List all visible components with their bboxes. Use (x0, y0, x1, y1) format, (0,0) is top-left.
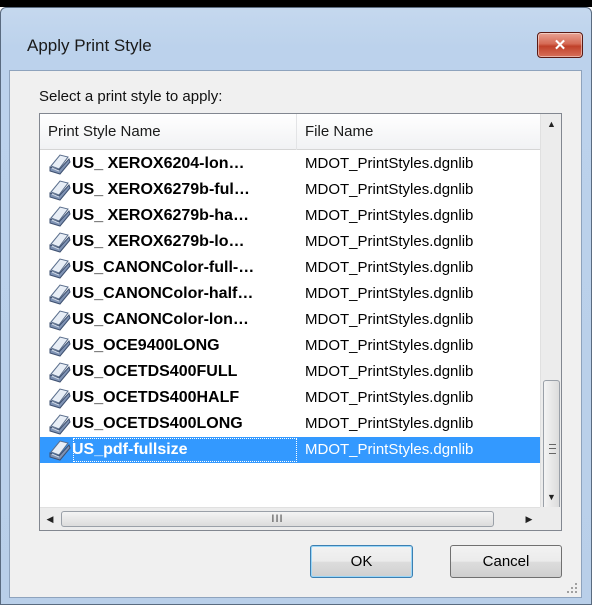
print-style-name: US_OCE9400LONG (72, 337, 220, 354)
file-name: MDOT_PrintStyles.dgnlib (305, 311, 474, 328)
list-item[interactable]: US_ XEROX6279b-lo… MDOT_PrintStyles.dgnl… (40, 229, 540, 255)
screen-top-edge (0, 0, 592, 7)
list-item[interactable]: US_OCETDS400LONG MDOT_PrintStyles.dgnlib (40, 411, 540, 437)
print-style-icon (49, 362, 71, 383)
scroll-down-arrow-icon[interactable]: ▼ (541, 487, 562, 507)
print-style-icon (49, 440, 71, 461)
print-style-icon (49, 336, 71, 357)
file-name: MDOT_PrintStyles.dgnlib (305, 233, 474, 250)
ok-button[interactable]: OK (310, 545, 413, 578)
list-rows: US_ XEROX6204-lon… MDOT_PrintStyles.dgnl… (40, 151, 540, 463)
print-style-name: US_ XEROX6279b-ha… (72, 207, 249, 224)
print-style-icon (49, 388, 71, 409)
list-item[interactable]: US_OCE9400LONG MDOT_PrintStyles.dgnlib (40, 333, 540, 359)
thumb-grip-icon (549, 444, 556, 454)
print-style-name: US_CANONColor-half… (72, 285, 254, 302)
vertical-scrollbar[interactable]: ▲ ▼ (540, 114, 562, 520)
list-item[interactable]: US_CANONColor-half… MDOT_PrintStyles.dgn… (40, 281, 540, 307)
dialog-body: Select a print style to apply: Print Sty… (9, 70, 582, 598)
print-style-name: US_OCETDS400HALF (72, 389, 240, 406)
title-bar[interactable]: Apply Print Style ✕ (1, 8, 591, 78)
list-item[interactable]: US_ XEROX6279b-ha… MDOT_PrintStyles.dgnl… (40, 203, 540, 229)
list-item[interactable]: US_CANONColor-lon… MDOT_PrintStyles.dgnl… (40, 307, 540, 333)
list-header: Print Style Name File Name (40, 114, 540, 150)
column-header-file-name[interactable]: File Name (297, 114, 540, 150)
file-name: MDOT_PrintStyles.dgnlib (305, 259, 474, 276)
cancel-button[interactable]: Cancel (450, 545, 562, 578)
file-name: MDOT_PrintStyles.dgnlib (305, 285, 474, 302)
scroll-right-arrow-icon[interactable]: ▶ (519, 508, 539, 531)
scroll-left-arrow-icon[interactable]: ◀ (40, 508, 60, 531)
list-item[interactable]: US_ XEROX6204-lon… MDOT_PrintStyles.dgnl… (40, 151, 540, 177)
file-name: MDOT_PrintStyles.dgnlib (305, 337, 474, 354)
file-name: MDOT_PrintStyles.dgnlib (305, 181, 474, 198)
file-name: MDOT_PrintStyles.dgnlib (305, 441, 474, 458)
instruction-label: Select a print style to apply: (39, 88, 223, 105)
file-name: MDOT_PrintStyles.dgnlib (305, 155, 474, 172)
print-style-name: US_CANONColor-lon… (72, 311, 249, 328)
file-name: MDOT_PrintStyles.dgnlib (305, 415, 474, 432)
horizontal-scroll-thumb[interactable]: III (61, 511, 494, 527)
scrollbar-corner (540, 507, 561, 530)
close-icon: ✕ (553, 37, 567, 54)
print-style-name: US_OCETDS400LONG (72, 415, 243, 432)
print-style-name: US_ XEROX6279b-ful… (72, 181, 250, 198)
print-style-name: US_CANONColor-full-… (72, 259, 255, 276)
column-header-print-style-name[interactable]: Print Style Name (40, 114, 297, 150)
list-item[interactable]: US_ XEROX6279b-ful… MDOT_PrintStyles.dgn… (40, 177, 540, 203)
print-style-name: US_OCETDS400FULL (72, 363, 238, 380)
print-style-list[interactable]: Print Style Name File Name US_ XEROX6204… (39, 113, 562, 531)
print-style-icon (49, 284, 71, 305)
resize-grip-icon[interactable] (566, 582, 578, 594)
list-item[interactable]: US_OCETDS400FULL MDOT_PrintStyles.dgnlib (40, 359, 540, 385)
print-style-name: US_ XEROX6279b-lo… (72, 233, 245, 250)
dialog-title: Apply Print Style (27, 36, 152, 55)
thumb-grip-icon: III (271, 513, 284, 525)
print-style-icon (49, 258, 71, 279)
print-style-icon (49, 154, 71, 175)
file-name: MDOT_PrintStyles.dgnlib (305, 363, 474, 380)
scroll-up-arrow-icon[interactable]: ▲ (541, 114, 562, 134)
list-item[interactable]: US_CANONColor-full-… MDOT_PrintStyles.dg… (40, 255, 540, 281)
print-style-icon (49, 206, 71, 227)
close-button[interactable]: ✕ (537, 32, 583, 58)
list-item[interactable]: US_OCETDS400HALF MDOT_PrintStyles.dgnlib (40, 385, 540, 411)
file-name: MDOT_PrintStyles.dgnlib (305, 207, 474, 224)
horizontal-scrollbar[interactable]: ◀ III ▶ (40, 507, 540, 530)
apply-print-style-dialog: Apply Print Style ✕ Select a print style… (0, 7, 592, 605)
list-item[interactable]: US_pdf-fullsize MDOT_PrintStyles.dgnlib (40, 437, 540, 463)
print-style-icon (49, 180, 71, 201)
print-style-icon (49, 414, 71, 435)
print-style-name: US_ XEROX6204-lon… (72, 155, 245, 172)
file-name: MDOT_PrintStyles.dgnlib (305, 389, 474, 406)
print-style-icon (49, 310, 71, 331)
print-style-name: US_pdf-fullsize (72, 437, 298, 463)
print-style-icon (49, 232, 71, 253)
